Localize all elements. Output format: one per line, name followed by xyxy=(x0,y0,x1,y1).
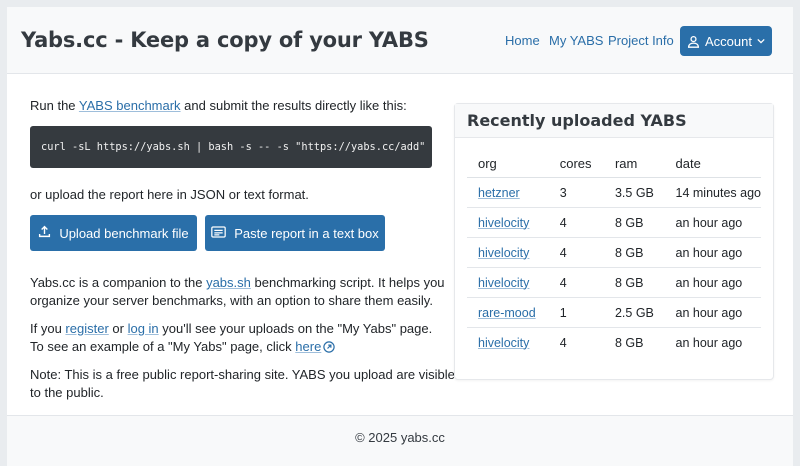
chevron-down-icon xyxy=(757,38,765,44)
ram-cell: 3.5 GB xyxy=(603,177,665,208)
about-suffix: benchmarking script. It helps you xyxy=(250,275,445,290)
about-prefix: Yabs.cc is a companion to the xyxy=(30,275,207,290)
table-row: rare-mood 1 2.5 GB an hour ago xyxy=(467,297,761,328)
about-line-2: organize your server benchmarks, with an… xyxy=(30,293,433,308)
note-paragraph: Note: This is a free public report-shari… xyxy=(30,366,455,402)
org-link[interactable]: hivelocity xyxy=(478,216,529,230)
org-link[interactable]: hivelocity xyxy=(478,246,529,260)
register-link[interactable]: register xyxy=(65,321,108,336)
org-link[interactable]: hivelocity xyxy=(478,276,529,290)
cores-cell: 3 xyxy=(548,177,604,208)
cores-cell: 1 xyxy=(548,297,604,328)
login-text-3: you'll see your uploads on the "My Yabs"… xyxy=(158,321,433,336)
text-box-icon xyxy=(211,225,227,241)
intro-text: Run the YABS benchmark and submit the re… xyxy=(30,98,407,113)
intro-suffix: and submit the results directly like thi… xyxy=(180,98,407,113)
external-link-icon[interactable] xyxy=(323,340,336,358)
upload-button-label: Upload benchmark file xyxy=(59,225,189,241)
ram-cell: 8 GB xyxy=(603,237,665,268)
nav-project-info-link[interactable]: Project Info xyxy=(608,33,674,48)
account-dropdown-button[interactable]: Account xyxy=(680,26,772,56)
yabs-sh-link[interactable]: yabs.sh xyxy=(206,275,251,290)
example-here-link[interactable]: here xyxy=(295,339,321,354)
recent-uploads-table: org cores ram date hetzner 3 3.5 GB 14 m… xyxy=(467,149,761,357)
login-paragraph: If you register or log in you'll see you… xyxy=(30,320,432,358)
yabs-benchmark-link[interactable]: YABS benchmark xyxy=(79,98,181,113)
upload-icon xyxy=(38,225,51,241)
paste-button-label: Paste report in a text box xyxy=(234,225,379,241)
recent-uploads-title: Recently uploaded YABS xyxy=(455,104,773,138)
recent-uploads-card: Recently uploaded YABS org cores ram dat… xyxy=(454,103,774,380)
cores-cell: 4 xyxy=(548,207,604,238)
upload-benchmark-file-button[interactable]: Upload benchmark file xyxy=(30,215,197,251)
column-header-cores: cores xyxy=(548,149,604,178)
intro-prefix: Run the xyxy=(30,98,79,113)
date-cell: an hour ago xyxy=(664,237,761,268)
table-row: hetzner 3 3.5 GB 14 minutes ago xyxy=(467,177,761,208)
column-header-org: org xyxy=(467,149,549,178)
page-frame: Yabs.cc - Keep a copy of your YABS Home … xyxy=(7,7,793,466)
column-header-ram: ram xyxy=(603,149,665,178)
org-link[interactable]: rare-mood xyxy=(478,306,536,320)
table-header-row: org cores ram date xyxy=(467,149,761,178)
table-row: hivelocity 4 8 GB an hour ago xyxy=(467,328,761,358)
copyright-text: © 2025 yabs.cc xyxy=(355,430,445,445)
table-row: hivelocity 4 8 GB an hour ago xyxy=(467,207,761,238)
site-title[interactable]: Yabs.cc - Keep a copy of your YABS xyxy=(21,28,429,52)
cores-cell: 4 xyxy=(548,237,604,268)
footer: © 2025 yabs.cc xyxy=(7,415,793,466)
column-header-date: date xyxy=(664,149,761,178)
curl-command-code: curl -sL https://yabs.sh | bash -s -- -s… xyxy=(30,126,432,168)
login-text-2: or xyxy=(108,321,128,336)
ram-cell: 8 GB xyxy=(603,207,665,238)
nav-my-yabs-link[interactable]: My YABS xyxy=(549,33,603,48)
ram-cell: 8 GB xyxy=(603,267,665,298)
date-cell: an hour ago xyxy=(675,335,743,350)
user-icon xyxy=(687,35,700,48)
table-row: hivelocity 4 8 GB an hour ago xyxy=(467,267,761,298)
about-paragraph: Yabs.cc is a companion to the yabs.sh be… xyxy=(30,274,445,310)
ram-cell: 2.5 GB xyxy=(603,297,665,328)
ram-cell: 8 GB xyxy=(614,335,644,350)
login-text-1: If you xyxy=(30,321,66,336)
cores-cell: 4 xyxy=(559,335,567,350)
account-label: Account xyxy=(705,33,752,49)
date-cell: an hour ago xyxy=(664,297,761,328)
login-link[interactable]: log in xyxy=(128,321,159,336)
org-link[interactable]: hetzner xyxy=(478,186,520,200)
paste-report-button[interactable]: Paste report in a text box xyxy=(205,215,385,251)
note-line-2: to the public. xyxy=(30,385,104,400)
org-link[interactable]: hivelocity xyxy=(478,336,529,350)
upload-hint-text: or upload the report here in JSON or tex… xyxy=(30,187,309,202)
date-cell: an hour ago xyxy=(664,267,761,298)
cores-cell: 4 xyxy=(548,267,604,298)
date-cell: an hour ago xyxy=(664,207,761,238)
nav-home-link[interactable]: Home xyxy=(505,33,540,48)
note-line-1: Note: This is a free public report-shari… xyxy=(30,367,455,382)
example-text: To see an example of a "My Yabs" page, c… xyxy=(30,339,296,354)
date-cell: 14 minutes ago xyxy=(664,177,761,208)
navbar: Yabs.cc - Keep a copy of your YABS Home … xyxy=(7,7,793,74)
table-row: hivelocity 4 8 GB an hour ago xyxy=(467,237,761,268)
